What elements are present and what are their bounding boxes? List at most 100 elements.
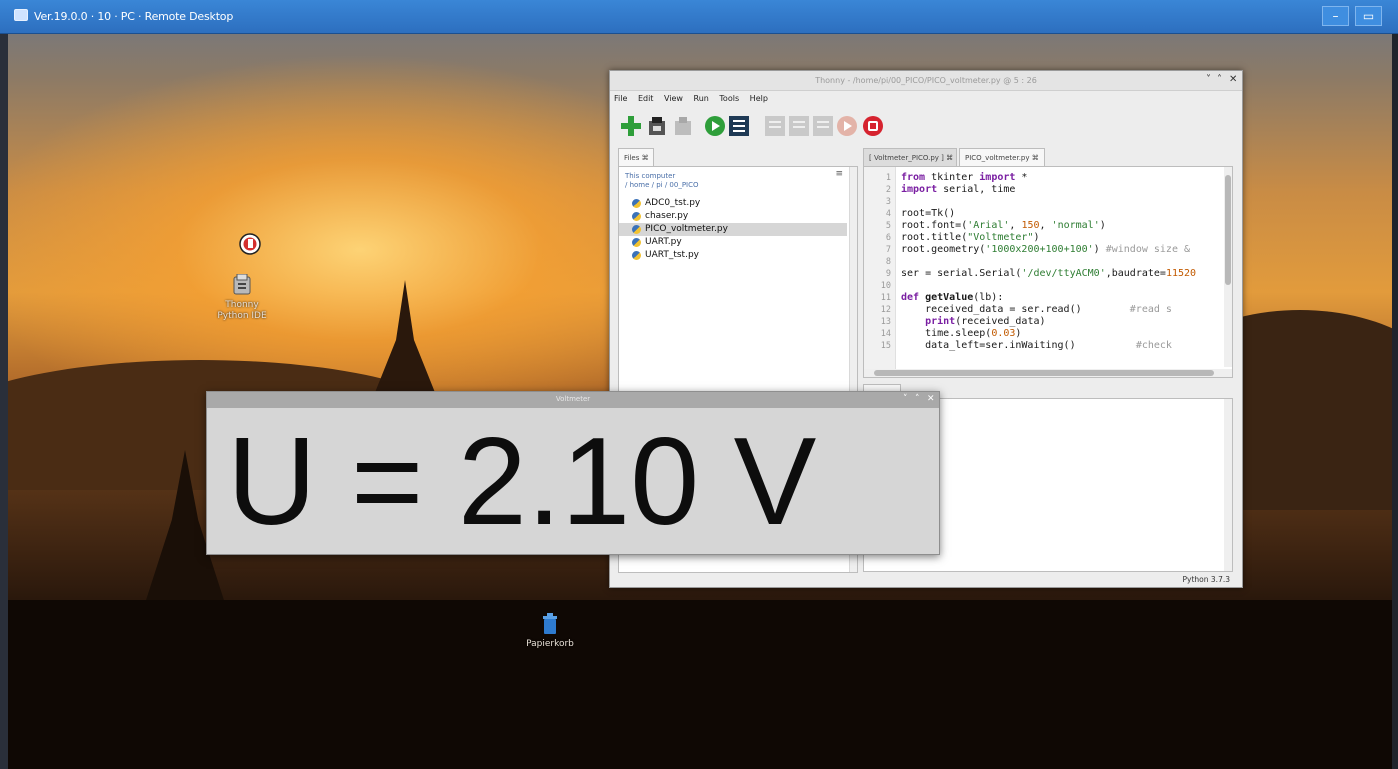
thonny-minimize-button[interactable]: ˅ [1206, 74, 1211, 85]
python-version-status[interactable]: Python 3.7.3 [1183, 575, 1230, 584]
voltage-reading: U = 2.10 V [227, 413, 817, 551]
file-item[interactable]: UART_tst.py [619, 249, 847, 262]
voltmeter-maximize-button[interactable]: ˄ [915, 394, 920, 404]
step-over-icon[interactable] [764, 115, 786, 137]
thonny-ide-icon-label: Thonny Python IDE [217, 300, 267, 321]
python-ide-icon [233, 273, 251, 295]
code-line: from tkinter import * [901, 172, 1028, 183]
remote-desktop-icon [14, 9, 28, 21]
file-name: ADC0_tst.py [645, 198, 701, 208]
line-number: 6 [885, 233, 891, 243]
line-number: 10 [880, 281, 891, 291]
scroll-thumb[interactable] [1225, 175, 1231, 285]
debug-icon[interactable] [728, 115, 750, 137]
trash-desktop-icon[interactable]: Papierkorb [525, 613, 575, 650]
stop-icon[interactable] [862, 115, 884, 137]
foreground-trees [0, 600, 1398, 769]
files-menu-icon[interactable]: ≡ [835, 169, 843, 179]
menu-run[interactable]: Run [694, 94, 709, 103]
code-line: root=Tk() [901, 208, 956, 219]
line-number: 8 [885, 257, 891, 267]
thonny-titlebar: Thonny - /home/pi/00_PICO/PICO_voltmeter… [610, 71, 1242, 91]
python-file-icon [632, 199, 641, 208]
step-into-icon[interactable] [788, 115, 810, 137]
line-number: 9 [885, 269, 891, 279]
voltmeter-minimize-button[interactable]: ˅ [903, 394, 908, 404]
line-number: 7 [885, 245, 891, 255]
resume-icon[interactable] [836, 115, 858, 137]
thonny-desktop-icon[interactable] [236, 233, 264, 259]
menu-help[interactable]: Help [750, 94, 768, 103]
code-line: root.title("Voltmeter") [901, 232, 1040, 243]
code-line: time.sleep(0.03) [901, 328, 1022, 339]
files-location-computer[interactable]: This computer [625, 172, 699, 181]
code-editor[interactable]: 1 2 3 4 5 6 7 8 9 10 11 12 13 14 15 from… [863, 166, 1233, 378]
maximize-button[interactable]: ▭ [1355, 6, 1382, 26]
file-name: PICO_voltmeter.py [645, 224, 728, 234]
scroll-thumb[interactable] [874, 370, 1214, 376]
files-location-folder[interactable]: / home / pi / 00_PICO [625, 181, 699, 190]
line-number: 1 [885, 173, 891, 183]
open-file-icon[interactable] [646, 115, 668, 137]
line-number: 3 [885, 197, 891, 207]
tab-files[interactable]: Files ⌘ [618, 148, 654, 166]
voltmeter-titlebar: Voltmeter ˅ ˄ ✕ [207, 392, 939, 408]
thonny-close-button[interactable]: ✕ [1229, 74, 1237, 85]
thonny-title: Thonny - /home/pi/00_PICO/PICO_voltmeter… [815, 76, 1037, 85]
step-out-icon[interactable] [812, 115, 834, 137]
python-file-icon [632, 212, 641, 221]
line-number: 13 [880, 317, 891, 327]
code-line: received_data = ser.read() #read s [901, 304, 1172, 315]
file-item[interactable]: ADC0_tst.py [619, 197, 847, 210]
vm-frame-right [1392, 0, 1398, 769]
tab-voltmeter-pico[interactable]: [ Voltmeter_PICO.py ] ⌘ [863, 148, 957, 166]
editor-vertical-scrollbar[interactable] [1224, 167, 1232, 367]
menu-view[interactable]: View [664, 94, 683, 103]
editor-horizontal-scrollbar[interactable] [864, 369, 1232, 377]
file-item[interactable]: UART.py [619, 236, 847, 249]
run-icon[interactable] [704, 115, 726, 137]
menu-file[interactable]: File [614, 94, 627, 103]
new-file-icon[interactable] [620, 115, 642, 137]
voltmeter-title: Voltmeter [555, 395, 591, 403]
line-number: 11 [880, 293, 891, 303]
remote-desktop-titlebar: Ver.19.0.0 · 10 · PC · Remote Desktop – … [0, 0, 1398, 34]
save-file-icon[interactable] [672, 115, 694, 137]
python-file-icon [632, 225, 641, 234]
menu-tools[interactable]: Tools [719, 94, 739, 103]
code-line: ser = serial.Serial('/dev/ttyACM0',baudr… [901, 268, 1197, 279]
voltmeter-close-button[interactable]: ✕ [927, 394, 935, 404]
voltmeter-window: Voltmeter ˅ ˄ ✕ U = 2.10 V [206, 391, 940, 555]
minimize-button[interactable]: – [1322, 6, 1349, 26]
line-number-gutter: 1 2 3 4 5 6 7 8 9 10 11 12 13 14 15 [864, 167, 896, 377]
code-line: root.geometry('1000x200+100+100') #windo… [901, 244, 1191, 255]
python-file-icon [632, 251, 641, 260]
file-item[interactable]: chaser.py [619, 210, 847, 223]
shell-scrollbar[interactable] [1224, 399, 1232, 571]
file-name: UART.py [645, 237, 682, 247]
trash-icon-label: Papierkorb [526, 639, 574, 649]
code-line: import serial, time [901, 184, 1016, 195]
python-file-icon [632, 238, 641, 247]
thonny-ide-desktop-icon[interactable]: Thonny Python IDE [215, 273, 269, 322]
files-location: This computer / home / pi / 00_PICO [625, 172, 699, 190]
thonny-maximize-button[interactable]: ˄ [1217, 74, 1222, 85]
line-number: 2 [885, 185, 891, 195]
menu-bar: File Edit View Run Tools Help [614, 94, 776, 108]
tab-pico-voltmeter[interactable]: PICO_voltmeter.py ⌘ [959, 148, 1045, 166]
code-line: data_left=ser.inWaiting() #check [901, 340, 1172, 351]
thonny-icon [239, 233, 261, 255]
line-number: 4 [885, 209, 891, 219]
code-line: root.font=('Arial', 150, 'normal') [901, 220, 1106, 231]
line-number: 14 [880, 329, 891, 339]
line-number: 15 [880, 341, 891, 351]
file-name: UART_tst.py [645, 250, 699, 260]
file-item-selected[interactable]: PICO_voltmeter.py [619, 223, 847, 236]
code-line: print(received_data) [925, 316, 1046, 327]
menu-edit[interactable]: Edit [638, 94, 654, 103]
remote-desktop-title: Ver.19.0.0 · 10 · PC · Remote Desktop [34, 10, 234, 23]
line-number: 5 [885, 221, 891, 231]
trash-icon [543, 613, 557, 634]
line-number: 12 [880, 305, 891, 315]
vm-frame-left [0, 0, 8, 769]
